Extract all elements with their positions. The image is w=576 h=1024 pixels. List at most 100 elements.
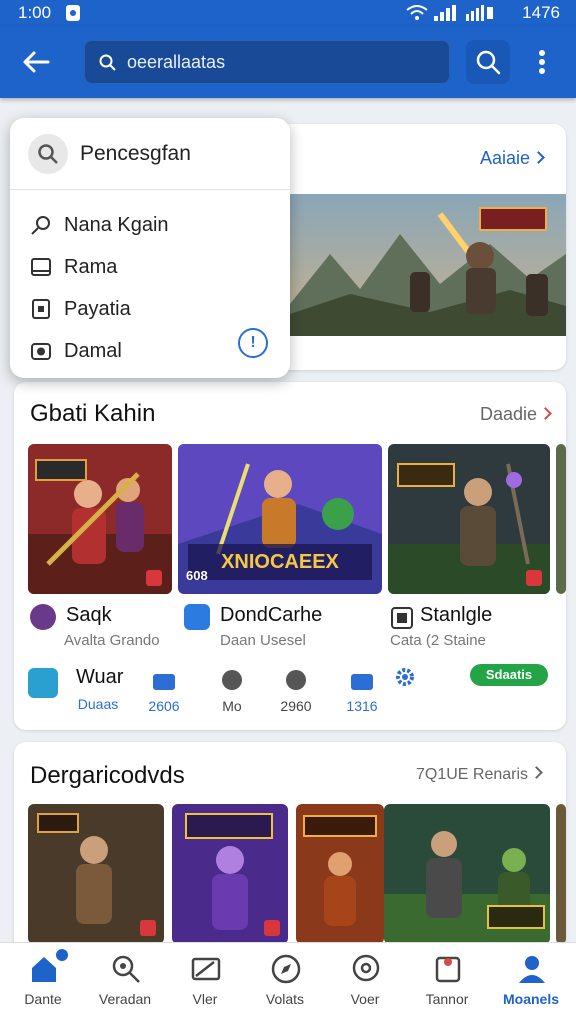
status-pill[interactable]: Sdaatis (470, 664, 548, 686)
app-thumbnail[interactable] (388, 444, 550, 594)
app-name[interactable]: DondCarhe (220, 604, 322, 627)
controller-icon (351, 674, 373, 690)
thumbnail-tag: 608 (186, 568, 208, 583)
app-name[interactable]: Stanlgle (420, 604, 492, 627)
arrow-left-icon (23, 51, 50, 73)
nav-item-home[interactable]: Dante (2, 943, 84, 1024)
app-icon (391, 607, 413, 629)
section-card-1: Gbati Kahin Daadie XNIOCAEEX 608 Saqk Av… (14, 382, 566, 730)
dropdown-item[interactable]: Nana Kgain (10, 204, 290, 246)
thumbnail-artwork (28, 444, 172, 594)
signal-icon (434, 5, 456, 21)
stat-item: 2606 (134, 674, 194, 714)
thumbnail-artwork: XNIOCAEEX (178, 444, 382, 594)
app-thumbnail[interactable] (296, 804, 384, 944)
chevron-right-icon (532, 151, 545, 164)
compass-icon (271, 954, 301, 984)
dropdown-item-label: Damal (64, 340, 122, 362)
section-title: Dergaricodvds (30, 762, 185, 789)
section-card-2: Dergaricodvds 7Q1UE Renaris (14, 742, 566, 952)
nav-label: Dante (24, 991, 62, 1007)
nav-item-notifications[interactable]: Tannor (406, 943, 488, 1024)
stat-value: 2960 (280, 698, 312, 714)
chevron-right-icon (539, 407, 552, 420)
search-button[interactable] (466, 40, 510, 84)
image-icon (191, 957, 221, 981)
search-icon (476, 50, 501, 75)
status-time: 1:00 (18, 3, 52, 22)
nav-item-search[interactable]: Veradan (84, 943, 166, 1024)
featured-banner[interactable] (290, 194, 566, 336)
nav-label: Vler (192, 991, 218, 1007)
dropdown-item-label: Payatia (64, 298, 131, 320)
nav-item-compass[interactable]: Volats (244, 943, 326, 1024)
app-subtitle: Daan Usesel (220, 632, 306, 649)
nav-label: Moanels (502, 991, 559, 1007)
chevron-right-icon (530, 766, 543, 779)
featured-more-link[interactable]: Aaiaie (480, 148, 545, 169)
app-thumbnail[interactable] (28, 444, 172, 594)
stat-value: 2606 (148, 698, 180, 714)
stat-value: Duaas (77, 696, 119, 712)
search-icon (99, 54, 116, 71)
app-name[interactable]: Saqk (66, 604, 112, 627)
nav-item-chat[interactable]: Voer (324, 943, 406, 1024)
section-see-more-link[interactable]: 7Q1UE Renaris (416, 766, 543, 784)
back-button[interactable] (18, 44, 54, 80)
app-thumbnail-partial[interactable] (556, 804, 566, 944)
app-thumbnail[interactable] (384, 804, 550, 944)
notification-dot (56, 949, 68, 961)
section-see-more-label: Daadie (480, 404, 538, 424)
controller-icon (153, 674, 175, 690)
app-subtitle: Avalta Grando (64, 632, 160, 649)
stat-value: 1316 (346, 698, 378, 714)
thumbnail-title: XNIOCAEEX (221, 551, 339, 573)
app-subtitle: Cata (2 Staine (390, 632, 486, 649)
search-input[interactable] (127, 41, 437, 83)
bottom-navigation: Dante Veradan Vler Volats Voer Tannor Mo… (0, 942, 576, 1024)
app-thumbnail[interactable] (28, 804, 164, 944)
section-see-more-label: 7Q1UE Renaris (416, 766, 529, 783)
search-avatar (28, 134, 68, 174)
nav-item-profile[interactable]: Moanels (490, 943, 572, 1024)
info-icon: ! (250, 334, 256, 351)
clock-icon (222, 670, 242, 690)
file-icon (32, 299, 50, 319)
section-see-more-link[interactable]: Daadie (480, 404, 552, 425)
nav-item-image[interactable]: Vler (164, 943, 246, 1024)
more-vertical-icon (539, 50, 545, 74)
thumbnail-artwork (384, 804, 550, 944)
gamepad-icon (286, 670, 306, 690)
more-options-button[interactable] (520, 40, 564, 84)
status-bar: 1:00 1476 (0, 0, 576, 26)
chat-icon (352, 954, 380, 982)
thumbnail-artwork (296, 804, 384, 944)
app-thumbnail[interactable] (172, 804, 288, 944)
profile-icon (519, 956, 545, 983)
dropdown-item-label: Rama (64, 256, 118, 278)
search-icon (112, 955, 140, 983)
search-icon (31, 216, 50, 235)
notification-icon (66, 5, 80, 21)
stat-value: Mo (222, 698, 242, 714)
app-bar (0, 26, 576, 98)
dropdown-header: Pencesgfan (10, 118, 290, 190)
search-bar[interactable] (84, 40, 450, 84)
app-thumbnail-partial[interactable] (556, 444, 566, 594)
search-suggestions-dropdown: Pencesgfan Nana Kgain Rama Payatia Damal… (10, 118, 290, 378)
app-icon (184, 604, 210, 630)
dropdown-item[interactable]: Payatia (10, 288, 290, 330)
thumbnail-artwork (388, 444, 550, 594)
stat-item: 1316 (332, 674, 392, 714)
thumbnail-artwork (28, 804, 164, 944)
nav-label: Tannor (425, 991, 469, 1007)
info-button[interactable]: ! (238, 328, 268, 358)
home-icon (32, 957, 56, 982)
stat-item: Duaas (68, 674, 128, 712)
dropdown-item[interactable]: Rama (10, 246, 290, 288)
section-title: Gbati Kahin (30, 400, 156, 427)
wifi-icon (406, 5, 428, 20)
app-thumbnail[interactable]: XNIOCAEEX 608 (178, 444, 382, 594)
settings-icon[interactable] (394, 666, 416, 688)
camera-icon (31, 343, 51, 360)
